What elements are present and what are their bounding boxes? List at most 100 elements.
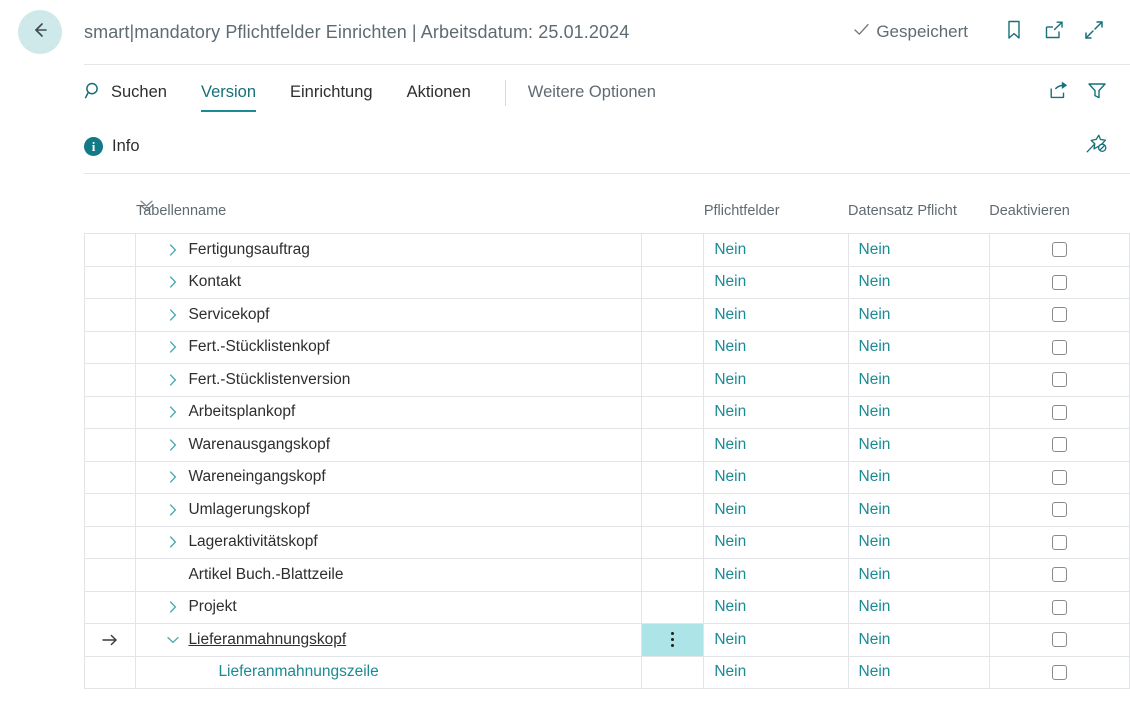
row-deaktivieren-cell[interactable]	[989, 656, 1129, 689]
row-actions-cell[interactable]	[641, 234, 704, 267]
deaktivieren-checkbox[interactable]	[1052, 470, 1067, 485]
row-more-actions-button[interactable]	[642, 429, 704, 461]
header-datensatz-pflicht[interactable]: Datensatz Pflicht	[848, 196, 989, 234]
chevron-right-icon[interactable]	[158, 469, 188, 485]
header-pflichtfelder[interactable]: Pflichtfelder	[704, 196, 848, 234]
pflichtfelder-value[interactable]: Nein	[714, 338, 746, 355]
row-name-label[interactable]: Projekt	[188, 598, 236, 616]
row-pflichtfelder-cell[interactable]: Nein	[704, 266, 848, 299]
datensatz-pflicht-value[interactable]: Nein	[859, 403, 891, 420]
row-name-label[interactable]: Lieferanmahnungskopf	[188, 631, 346, 649]
row-datensatz-pflicht-cell[interactable]: Nein	[848, 591, 989, 624]
row-more-actions-button[interactable]	[642, 397, 704, 429]
expand-button[interactable]	[1074, 12, 1114, 52]
table-row[interactable]: Fert.-StücklistenversionNeinNein	[85, 364, 1130, 397]
row-name-cell[interactable]: Fertigungsauftrag	[136, 234, 641, 267]
row-name-label[interactable]: Kontakt	[188, 273, 241, 291]
row-deaktivieren-cell[interactable]	[989, 526, 1129, 559]
deaktivieren-checkbox[interactable]	[1052, 372, 1067, 387]
deaktivieren-checkbox[interactable]	[1052, 600, 1067, 615]
row-actions-cell[interactable]	[641, 526, 704, 559]
row-more-actions-button[interactable]	[642, 592, 704, 624]
menu-item-suchen[interactable]: Suchen	[84, 77, 167, 109]
datensatz-pflicht-value[interactable]: Nein	[859, 631, 891, 648]
row-pflichtfelder-cell[interactable]: Nein	[704, 299, 848, 332]
row-pflichtfelder-cell[interactable]: Nein	[704, 461, 848, 494]
pflichtfelder-value[interactable]: Nein	[714, 598, 746, 615]
table-row[interactable]: Projekt Nein Nein	[85, 591, 1130, 624]
chevron-down-icon[interactable]	[158, 632, 188, 648]
table-row[interactable]: ArbeitsplankopfNeinNein	[85, 396, 1130, 429]
header-deaktivieren[interactable]: Deaktivieren	[989, 196, 1129, 234]
row-name-cell[interactable]: Warenausgangskopf	[136, 429, 641, 462]
row-datensatz-pflicht-cell[interactable]: Nein	[848, 299, 989, 332]
row-deaktivieren-cell[interactable]	[989, 396, 1129, 429]
row-actions-cell[interactable]	[641, 461, 704, 494]
row-datensatz-pflicht-cell[interactable]: Nein	[848, 559, 989, 592]
pflichtfelder-value[interactable]: Nein	[714, 631, 746, 648]
row-pflichtfelder-cell[interactable]: Nein	[704, 526, 848, 559]
table-row[interactable]: LageraktivitätskopfNeinNein	[85, 526, 1130, 559]
chevron-right-icon[interactable]	[158, 242, 188, 258]
row-deaktivieren-cell[interactable]	[989, 559, 1129, 592]
pflichtfelder-value[interactable]: Nein	[714, 566, 746, 583]
row-actions-cell[interactable]	[641, 396, 704, 429]
row-actions-cell[interactable]	[641, 559, 704, 592]
row-pflichtfelder-cell[interactable]: Nein	[704, 624, 848, 657]
row-actions-cell[interactable]	[641, 624, 704, 657]
table-row[interactable]: Warenausgangskopf Nein Nein	[85, 429, 1130, 462]
table-row[interactable]: Fert.-Stücklistenkopf Nein Nein	[85, 331, 1130, 364]
deaktivieren-checkbox[interactable]	[1052, 437, 1067, 452]
row-more-actions-button[interactable]	[642, 332, 704, 364]
row-datensatz-pflicht-cell[interactable]: Nein	[848, 656, 989, 689]
row-datensatz-pflicht-cell[interactable]: Nein	[848, 331, 989, 364]
table-row[interactable]: ServicekopfNeinNein	[85, 299, 1130, 332]
table-row[interactable]: KontaktNeinNein	[85, 266, 1130, 299]
chevron-right-icon[interactable]	[158, 307, 188, 323]
row-datensatz-pflicht-cell[interactable]: Nein	[848, 494, 989, 527]
table-row[interactable]: LieferanmahnungszeileNeinNein	[85, 656, 1130, 689]
row-deaktivieren-cell[interactable]	[989, 624, 1129, 657]
back-button[interactable]	[18, 10, 62, 54]
row-actions-cell[interactable]	[641, 591, 704, 624]
deaktivieren-checkbox[interactable]	[1052, 307, 1067, 322]
row-datensatz-pflicht-cell[interactable]: Nein	[848, 234, 989, 267]
row-name-label[interactable]: Warenausgangskopf	[188, 436, 330, 454]
row-deaktivieren-cell[interactable]	[989, 331, 1129, 364]
pflichtfelder-value[interactable]: Nein	[714, 468, 746, 485]
menu-item-aktionen[interactable]: Aktionen	[407, 79, 471, 106]
row-more-actions-button[interactable]	[642, 624, 704, 656]
deaktivieren-checkbox[interactable]	[1052, 405, 1067, 420]
datensatz-pflicht-value[interactable]: Nein	[859, 566, 891, 583]
row-pflichtfelder-cell[interactable]: Nein	[704, 494, 848, 527]
table-row[interactable]: Artikel Buch.-BlattzeileNeinNein	[85, 559, 1130, 592]
row-deaktivieren-cell[interactable]	[989, 494, 1129, 527]
row-actions-cell[interactable]	[641, 494, 704, 527]
chevron-right-icon[interactable]	[158, 404, 188, 420]
row-name-label[interactable]: Fert.-Stücklistenversion	[188, 371, 350, 389]
row-deaktivieren-cell[interactable]	[989, 429, 1129, 462]
row-datensatz-pflicht-cell[interactable]: Nein	[848, 624, 989, 657]
row-name-label[interactable]: Arbeitsplankopf	[188, 403, 295, 421]
row-actions-cell[interactable]	[641, 266, 704, 299]
datensatz-pflicht-value[interactable]: Nein	[859, 468, 891, 485]
row-name-cell[interactable]: Umlagerungskopf	[136, 494, 641, 527]
row-more-actions-button[interactable]	[642, 559, 704, 591]
deaktivieren-checkbox[interactable]	[1052, 502, 1067, 517]
row-name-cell[interactable]: Fert.-Stücklistenversion	[136, 364, 641, 397]
row-datensatz-pflicht-cell[interactable]: Nein	[848, 429, 989, 462]
datensatz-pflicht-value[interactable]: Nein	[859, 306, 891, 323]
row-name-label[interactable]: Fert.-Stücklistenkopf	[188, 338, 329, 356]
pflichtfelder-value[interactable]: Nein	[714, 371, 746, 388]
menu-item-weitere-optionen[interactable]: Weitere Optionen	[528, 79, 656, 106]
table-row[interactable]: FertigungsauftragNeinNein	[85, 234, 1130, 267]
chevron-right-icon[interactable]	[158, 437, 188, 453]
chevron-right-icon[interactable]	[158, 274, 188, 290]
row-name-cell[interactable]: Fert.-Stücklistenkopf	[136, 331, 641, 364]
deaktivieren-checkbox[interactable]	[1052, 535, 1067, 550]
row-name-cell[interactable]: Arbeitsplankopf	[136, 396, 641, 429]
row-actions-cell[interactable]	[641, 429, 704, 462]
row-name-cell[interactable]: Kontakt	[136, 266, 641, 299]
row-datensatz-pflicht-cell[interactable]: Nein	[848, 461, 989, 494]
pflichtfelder-value[interactable]: Nein	[714, 436, 746, 453]
